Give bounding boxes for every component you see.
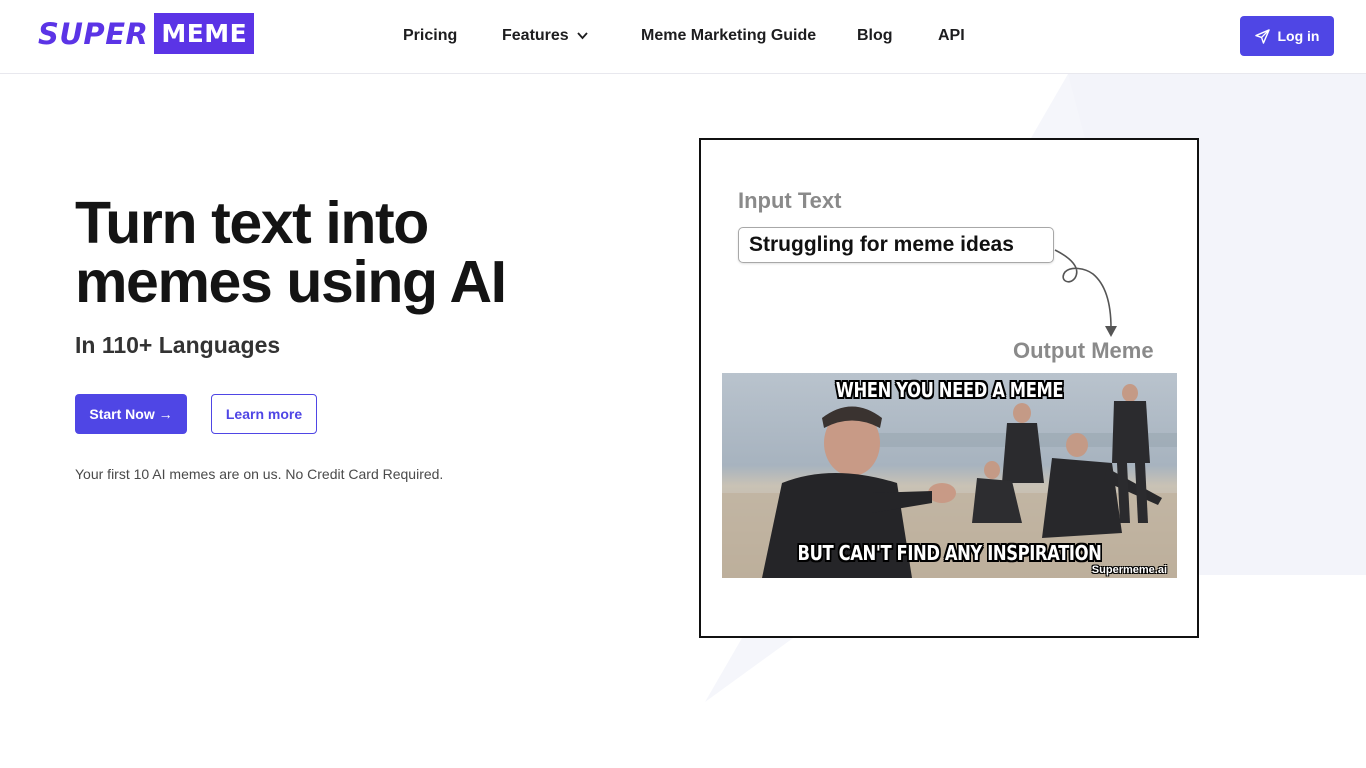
nav-item-meme-marketing-guide[interactable]: Meme Marketing Guide — [641, 26, 816, 46]
curved-arrow-icon — [1054, 249, 1117, 337]
site-header: SUPER MEME Pricing Features Meme Marketi… — [0, 0, 1366, 74]
meme-bottom-caption: BUT CAN'T FIND ANY INSPIRATION — [797, 541, 1102, 565]
nav-item-api[interactable]: API — [938, 26, 965, 46]
nav-item-blog[interactable]: Blog — [857, 26, 893, 46]
nav-item-pricing[interactable]: Pricing — [403, 26, 457, 46]
start-now-button[interactable]: Start Now → — [75, 394, 187, 434]
hero-title: Turn text into memes using AI — [75, 194, 635, 312]
login-label: Log in — [1277, 28, 1320, 44]
paper-plane-icon — [1254, 28, 1270, 44]
hero-subtitle: In 110+ Languages — [75, 332, 281, 358]
meme-watermark: Supermeme.ai — [1091, 564, 1167, 576]
free-trial-note: Your first 10 AI memes are on us. No Cre… — [75, 466, 444, 482]
learn-more-button[interactable]: Learn more — [211, 394, 317, 434]
input-text-label: Input Text — [738, 188, 842, 213]
demo-card: Input Text Struggling for meme ideas Out… — [699, 138, 1199, 638]
hero-title-line1: Turn text into — [75, 190, 429, 256]
meme-image: WHEN YOU NEED A MEME BUT CAN'T FIND ANY … — [722, 373, 1177, 578]
meme-top-caption: WHEN YOU NEED A MEME — [835, 378, 1064, 402]
hero-title-line2: memes using AI — [75, 249, 507, 315]
output-meme-label: Output Meme — [1013, 338, 1154, 363]
input-text-box: Struggling for meme ideas — [738, 227, 1054, 263]
main-nav: Pricing Features Meme Marketing Guide Bl… — [0, 26, 1366, 48]
nav-item-features[interactable]: Features — [502, 26, 569, 46]
chevron-down-icon[interactable] — [576, 31, 589, 41]
login-button[interactable]: Log in — [1240, 16, 1334, 56]
